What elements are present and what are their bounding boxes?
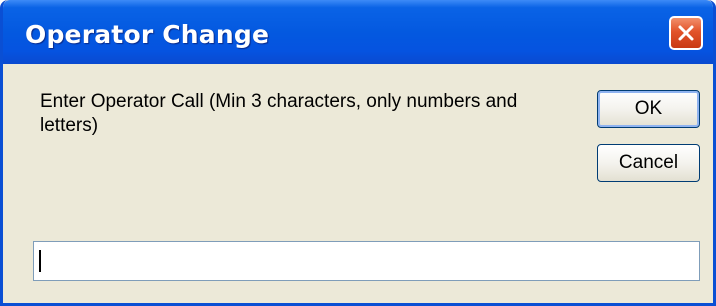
cancel-button[interactable]: Cancel — [597, 144, 700, 182]
prompt-text: Enter Operator Call (Min 3 characters, o… — [40, 91, 518, 136]
close-button[interactable] — [669, 16, 703, 50]
dialog-title: Operator Change — [25, 20, 270, 49]
ok-button[interactable]: OK — [597, 90, 700, 128]
operator-call-input[interactable] — [33, 241, 700, 281]
close-icon — [678, 25, 694, 41]
title-bar[interactable]: Operator Change — [3, 0, 713, 64]
text-caret — [39, 250, 41, 272]
